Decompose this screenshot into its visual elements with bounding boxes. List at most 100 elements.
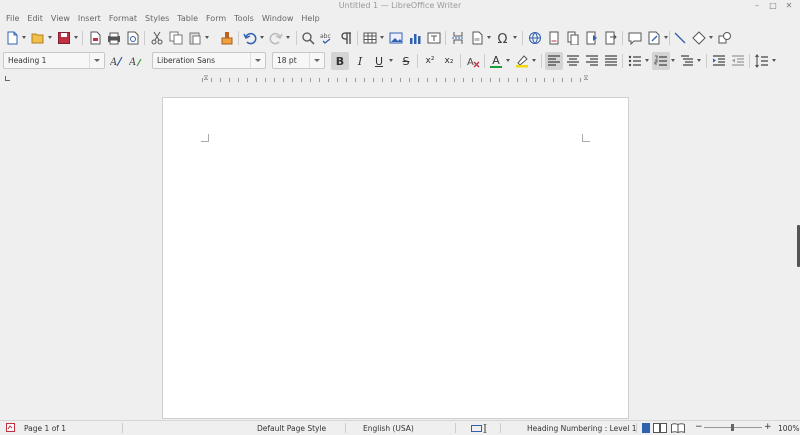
zoom-out-button[interactable]: − (695, 422, 703, 432)
left-indent-marker[interactable]: ⧖ (202, 74, 210, 82)
align-center-icon[interactable] (564, 52, 582, 70)
numbered-list-dropdown[interactable] (670, 55, 676, 65)
page-count[interactable]: Page 1 of 1 (24, 424, 66, 433)
redo-icon[interactable] (267, 29, 285, 47)
highlight-dropdown[interactable] (531, 55, 537, 65)
menu-edit[interactable]: Edit (25, 13, 49, 25)
menu-view[interactable]: View (49, 13, 76, 25)
save-icon[interactable] (55, 29, 73, 47)
outline-format-icon[interactable] (678, 52, 696, 70)
increase-indent-icon[interactable] (710, 52, 728, 70)
insert-table-icon[interactable] (361, 29, 379, 47)
open-folder-icon[interactable] (29, 29, 47, 47)
field-dropdown[interactable] (486, 32, 492, 42)
right-indent-marker[interactable]: ⧖ (582, 74, 590, 82)
shapes-dropdown[interactable] (708, 32, 714, 42)
new-document-icon[interactable] (3, 29, 21, 47)
maximize-button[interactable]: □ (768, 1, 778, 10)
insert-image-icon[interactable] (387, 29, 405, 47)
menu-help[interactable]: Help (299, 13, 325, 25)
chevron-down-icon[interactable] (309, 53, 324, 68)
close-button[interactable]: ✕ (784, 1, 794, 10)
insert-chart-icon[interactable] (406, 29, 424, 47)
export-pdf-icon[interactable] (86, 29, 104, 47)
numbered-list-icon[interactable] (652, 52, 670, 70)
save-dropdown[interactable] (73, 32, 79, 42)
chevron-down-icon[interactable] (89, 53, 104, 68)
horizontal-ruler[interactable]: ⧖ ⧖ (162, 74, 629, 84)
zoom-slider-handle[interactable] (731, 424, 734, 431)
menu-tools[interactable]: Tools (232, 13, 260, 25)
bullet-list-icon[interactable] (626, 52, 644, 70)
draw-functions-icon[interactable] (716, 29, 734, 47)
language[interactable]: English (USA) (363, 424, 414, 433)
minimize-button[interactable]: – (752, 1, 762, 10)
line-icon[interactable] (671, 29, 689, 47)
spelling-icon[interactable]: abc (318, 29, 336, 47)
bullet-list-dropdown[interactable] (644, 55, 650, 65)
underline-dropdown[interactable] (388, 55, 394, 65)
page-break-icon[interactable] (449, 29, 467, 47)
zoom-in-button[interactable]: + (764, 422, 772, 432)
cut-icon[interactable] (148, 29, 166, 47)
print-icon[interactable] (105, 29, 123, 47)
formatting-marks-icon[interactable] (337, 29, 355, 47)
insert-textbox-icon[interactable] (425, 29, 443, 47)
font-size-box[interactable]: 18 pt (272, 52, 325, 69)
open-dropdown[interactable] (47, 32, 53, 42)
menu-insert[interactable]: Insert (76, 13, 107, 25)
comment-icon[interactable] (626, 29, 644, 47)
menu-form[interactable]: Form (204, 13, 232, 25)
zoom-level[interactable]: 100% (778, 424, 799, 433)
outline-level[interactable]: Heading Numbering : Level 1 (527, 424, 637, 433)
document-page[interactable] (162, 97, 629, 419)
book-view-icon[interactable] (671, 423, 685, 435)
align-left-icon[interactable] (545, 52, 563, 70)
single-page-view-icon[interactable] (642, 423, 650, 435)
find-replace-icon[interactable] (299, 29, 317, 47)
align-right-icon[interactable] (583, 52, 601, 70)
table-dropdown[interactable] (379, 32, 385, 42)
subscript-button[interactable]: x₂ (440, 52, 458, 70)
undo-icon[interactable] (241, 29, 259, 47)
special-character-dropdown[interactable] (512, 32, 518, 42)
superscript-button[interactable]: x² (421, 52, 439, 70)
decrease-indent-icon[interactable] (729, 52, 747, 70)
line-spacing-icon[interactable] (753, 52, 771, 70)
underline-button[interactable]: U (370, 52, 388, 70)
print-preview-icon[interactable] (124, 29, 142, 47)
bookmark-icon[interactable] (583, 29, 601, 47)
insert-field-icon[interactable] (468, 29, 486, 47)
bold-button[interactable]: B (331, 52, 349, 70)
menu-window[interactable]: Window (260, 13, 300, 25)
basic-shapes-icon[interactable] (690, 29, 708, 47)
paragraph-style-box[interactable]: Heading 1 (3, 52, 105, 69)
menu-format[interactable]: Format (107, 13, 143, 25)
document-modified-icon[interactable] (6, 423, 15, 432)
line-spacing-dropdown[interactable] (771, 55, 777, 65)
multi-page-view-icon[interactable] (653, 423, 667, 435)
font-color-dropdown[interactable] (505, 55, 511, 65)
paste-icon[interactable] (186, 29, 204, 47)
hyperlink-icon[interactable] (526, 29, 544, 47)
italic-button[interactable]: I (351, 52, 369, 70)
insert-mode-icon[interactable] (471, 423, 489, 435)
clone-formatting-icon[interactable] (218, 29, 236, 47)
cross-reference-icon[interactable] (602, 29, 620, 47)
endnote-icon[interactable] (564, 29, 582, 47)
strikethrough-button[interactable]: S (397, 52, 415, 70)
highlight-icon[interactable] (513, 52, 531, 70)
new-dropdown[interactable] (21, 32, 27, 42)
redo-dropdown[interactable] (285, 32, 291, 42)
menu-table[interactable]: Table (175, 13, 204, 25)
outline-dropdown[interactable] (696, 55, 702, 65)
new-style-icon[interactable]: A (127, 52, 145, 70)
menu-file[interactable]: File (4, 13, 25, 25)
footnote-icon[interactable] (545, 29, 563, 47)
justify-icon[interactable] (602, 52, 620, 70)
undo-dropdown[interactable] (259, 32, 265, 42)
clear-formatting-icon[interactable]: A (464, 52, 482, 70)
special-character-icon[interactable]: Ω (494, 29, 512, 47)
chevron-down-icon[interactable] (250, 53, 265, 68)
page-style[interactable]: Default Page Style (257, 424, 326, 433)
